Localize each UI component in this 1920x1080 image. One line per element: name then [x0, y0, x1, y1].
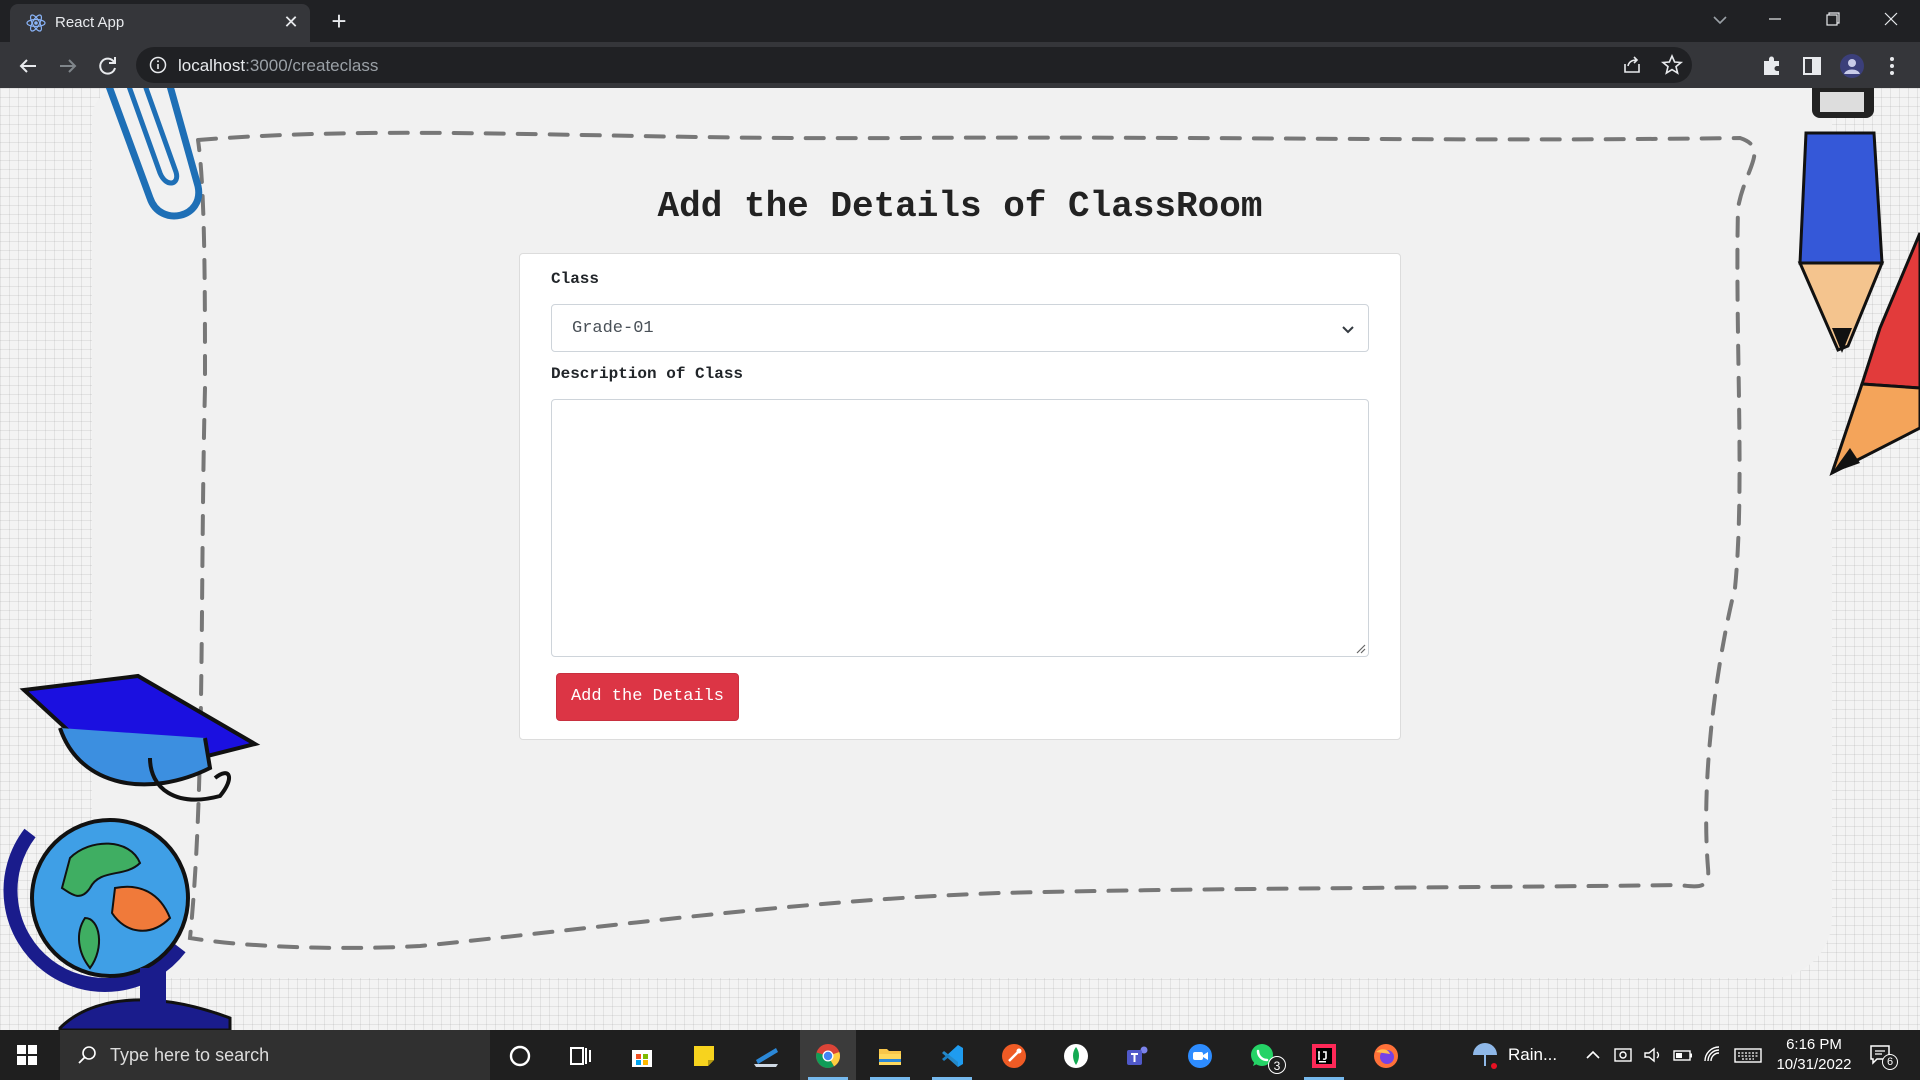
meet-now-icon[interactable] — [1612, 1044, 1634, 1066]
tab-close-icon[interactable]: ✕ — [280, 11, 302, 33]
react-logo-icon — [26, 14, 46, 32]
zoom-icon — [1188, 1044, 1212, 1068]
chevron-down-icon — [1342, 326, 1354, 334]
notification-count: 6 — [1882, 1054, 1898, 1070]
chrome-icon — [816, 1044, 840, 1068]
teams-button[interactable] — [1110, 1030, 1166, 1080]
browser-tab[interactable]: React App ✕ — [10, 4, 310, 42]
new-tab-icon[interactable]: + — [324, 6, 354, 36]
zoom-button[interactable] — [1172, 1030, 1228, 1080]
whatsapp-badge: 3 — [1268, 1056, 1286, 1074]
teams-icon — [1127, 1046, 1148, 1065]
vs-code-button[interactable] — [924, 1030, 980, 1080]
side-panel-icon[interactable] — [1798, 52, 1826, 80]
tab-title: React App — [55, 14, 125, 31]
volume-icon[interactable] — [1642, 1044, 1664, 1066]
wifi-icon[interactable] — [1702, 1044, 1724, 1066]
chrome-menu-icon[interactable] — [1878, 52, 1906, 80]
windows-taskbar: Type here to search 3 Rain... 6:16 PM 10… — [0, 1030, 1920, 1080]
graduation-cap-icon — [19, 673, 261, 802]
sticky-notes-button[interactable] — [676, 1030, 732, 1080]
profile-avatar-icon[interactable] — [1838, 52, 1866, 80]
search-icon — [78, 1046, 96, 1064]
cortana-button[interactable] — [492, 1030, 548, 1080]
forward-arrow-icon[interactable] — [52, 50, 84, 82]
intellij-icon — [1312, 1044, 1336, 1068]
whatsapp-button[interactable]: 3 — [1234, 1030, 1290, 1080]
clock-time: 6:16 PM — [1786, 1036, 1842, 1053]
weather-text: Rain... — [1508, 1045, 1558, 1064]
close-window-icon[interactable] — [1868, 0, 1914, 38]
mongodb-compass-icon — [1064, 1044, 1088, 1068]
firefox-button[interactable] — [1358, 1030, 1414, 1080]
notification-center-button[interactable]: 6 — [1868, 1042, 1898, 1070]
rain-umbrella-icon — [1473, 1043, 1497, 1069]
microsoft-store-icon — [632, 1050, 652, 1067]
taskbar-search-box[interactable]: Type here to search — [60, 1030, 490, 1080]
class-select-value: Grade-01 — [572, 319, 654, 338]
description-label: Description of Class — [551, 365, 744, 383]
share-icon[interactable] — [1620, 53, 1644, 77]
page-viewport: Add the Details of ClassRoom Class Grade… — [0, 88, 1920, 1030]
file-explorer-icon — [879, 1049, 901, 1065]
description-textarea[interactable] — [551, 399, 1369, 657]
page-title: Add the Details of ClassRoom — [657, 186, 1263, 227]
browser-tab-bar: React App ✕ + — [0, 0, 1920, 42]
url-text[interactable]: localhost:3000/createclass — [178, 56, 378, 76]
task-view-icon — [570, 1047, 591, 1065]
intellij-button[interactable] — [1296, 1030, 1352, 1080]
mongodb-compass-button[interactable] — [1048, 1030, 1104, 1080]
laptop-app-button[interactable] — [738, 1030, 794, 1080]
keyboard-icon[interactable] — [1734, 1044, 1762, 1066]
show-hidden-icons-chevron-icon[interactable] — [1582, 1044, 1604, 1066]
chrome-taskbar-button[interactable] — [800, 1030, 856, 1080]
postman-button[interactable] — [986, 1030, 1042, 1080]
bookmark-star-icon[interactable] — [1660, 53, 1684, 77]
vs-code-icon — [942, 1045, 963, 1067]
windows-start-icon[interactable] — [16, 1044, 38, 1066]
back-arrow-icon[interactable] — [12, 50, 44, 82]
address-bar[interactable]: localhost:3000/createclass — [136, 47, 1692, 83]
add-details-button[interactable]: Add the Details — [556, 673, 739, 721]
class-select[interactable]: Grade-01 — [551, 304, 1369, 352]
url-path: :3000/createclass — [245, 56, 379, 75]
search-placeholder: Type here to search — [110, 1045, 270, 1065]
postman-icon — [1002, 1044, 1026, 1068]
extensions-puzzle-icon[interactable] — [1758, 52, 1786, 80]
task-view-button[interactable] — [552, 1030, 608, 1080]
firefox-icon — [1374, 1044, 1398, 1068]
minimize-icon[interactable] — [1752, 0, 1798, 38]
class-label: Class — [551, 270, 600, 288]
system-clock[interactable]: 6:16 PM 10/31/2022 — [1766, 1035, 1862, 1075]
tab-search-chevron-icon[interactable] — [1708, 8, 1732, 32]
site-info-icon[interactable] — [148, 55, 168, 75]
classroom-form-card: Class Grade-01 Description of Class — [519, 253, 1401, 740]
restore-icon[interactable] — [1810, 0, 1856, 38]
weather-widget[interactable]: Rain... — [1462, 1030, 1566, 1080]
sticky-notes-icon — [694, 1046, 714, 1066]
file-explorer-button[interactable] — [862, 1030, 918, 1080]
battery-icon[interactable] — [1672, 1044, 1694, 1066]
url-host: localhost — [178, 56, 246, 75]
clock-date: 10/31/2022 — [1776, 1056, 1852, 1073]
laptop-app-icon — [754, 1048, 778, 1067]
browser-toolbar: localhost:3000/createclass — [0, 42, 1920, 88]
reload-icon[interactable] — [92, 50, 124, 82]
cortana-icon — [509, 1045, 531, 1067]
microsoft-store-button[interactable] — [614, 1030, 670, 1080]
resize-handle-icon[interactable] — [1354, 642, 1366, 654]
